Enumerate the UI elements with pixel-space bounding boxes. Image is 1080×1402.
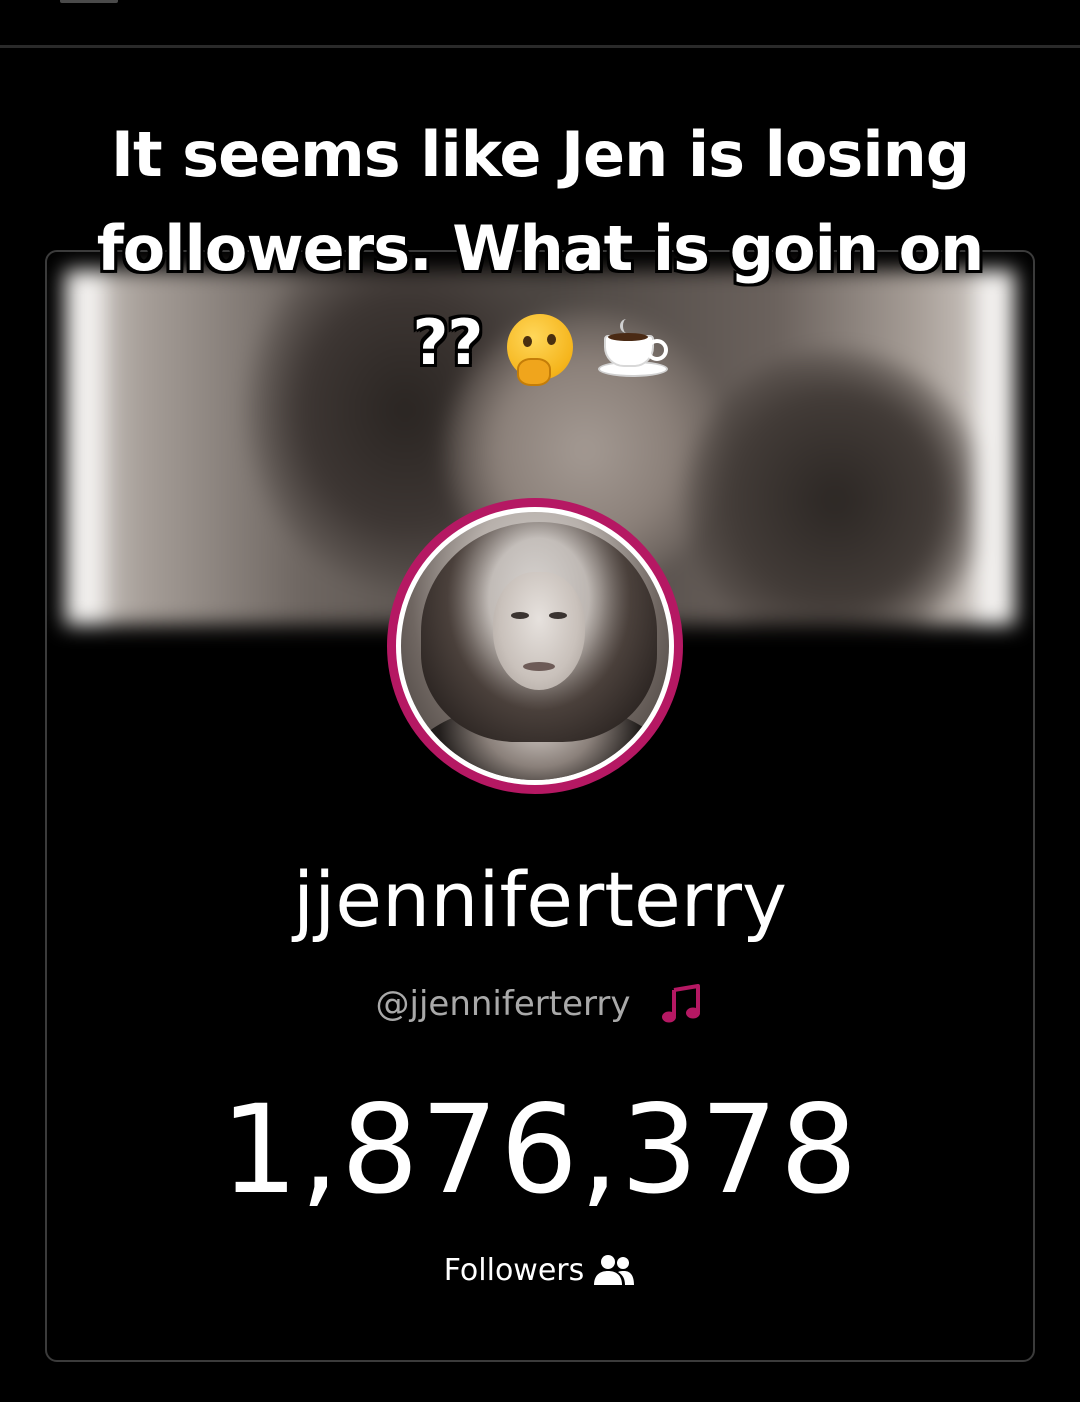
profile-display-name: jjenniferterry — [293, 855, 787, 944]
profile-avatar[interactable] — [387, 498, 683, 794]
video-caption-overlay: It seems like Jen is losing followers. W… — [60, 108, 1020, 390]
profile-handle[interactable]: @jjenniferterry — [376, 984, 631, 1024]
coffee-cup-icon — [597, 318, 668, 377]
followers-label: Followers — [443, 1252, 585, 1288]
music-note-icon — [662, 984, 701, 1023]
users-icon — [594, 1255, 635, 1285]
profile-handle-row: @jjenniferterry — [0, 978, 1080, 1030]
top-divider — [0, 45, 1080, 48]
followers-row: Followers — [0, 1248, 1080, 1292]
top-tab-indicator — [60, 0, 118, 3]
follower-count: 1,876,378 — [220, 1079, 860, 1221]
thinking-face-icon — [506, 313, 573, 386]
